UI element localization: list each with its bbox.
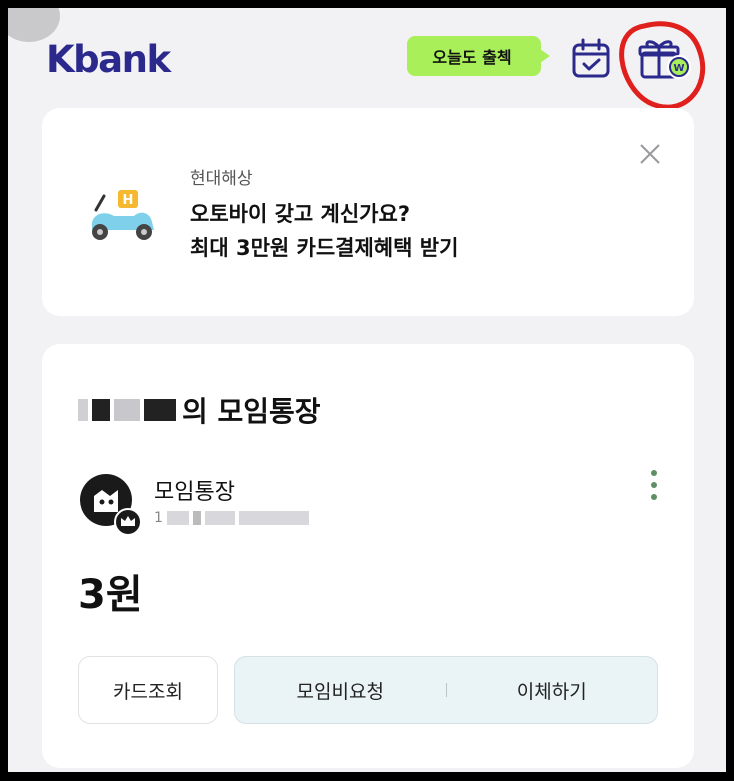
transfer-button[interactable]: 이체하기 <box>447 677 658 704</box>
redacted-owner-name <box>78 399 176 421</box>
redacted-digits <box>192 511 201 525</box>
close-icon[interactable] <box>638 142 662 166</box>
corner-shadow <box>8 8 60 42</box>
more-vertical-icon[interactable] <box>648 470 660 510</box>
group-account-card[interactable]: 의 모임통장 모임통장 1 3원 카드조회 모임비요청 이체하기 <box>42 344 694 768</box>
card-inquiry-button[interactable]: 카드조회 <box>78 656 218 724</box>
scooter-icon: H <box>91 190 154 240</box>
redacted-digits <box>166 511 189 525</box>
account-title: 의 모임통장 <box>78 390 321 430</box>
redacted-digits <box>204 511 235 525</box>
svg-text:W: W <box>673 63 684 74</box>
calendar-check-icon[interactable] <box>571 38 611 80</box>
promo-subtitle: 현대해상 <box>190 169 253 189</box>
account-balance: 3원 <box>78 572 143 618</box>
promo-headline-line2: 최대 3만원 카드결제혜택 받기 <box>190 236 459 260</box>
redacted-digits <box>238 511 309 525</box>
account-title-text: 의 모임통장 <box>182 395 321 428</box>
action-button-group: 모임비요청 이체하기 <box>234 656 658 724</box>
account-number-prefix: 1 <box>154 510 163 526</box>
promo-banner[interactable]: H 현대해상 오토바이 갖고 계신가요? 최대 3만원 카드결제혜택 받기 <box>42 108 694 316</box>
app-screen: Kbank 오늘도 출첵 W H 현대해상 오토바이 갖고 계신가요? 최대 3… <box>8 8 726 772</box>
gift-box-icon[interactable]: W <box>638 37 694 81</box>
group-avatar-icon <box>80 474 142 536</box>
kbank-logo: Kbank <box>46 38 171 81</box>
account-type-label: 모임통장 <box>154 480 235 505</box>
promo-headline-line1: 오토바이 갖고 계신가요? <box>190 202 411 226</box>
svg-text:H: H <box>123 193 134 208</box>
daily-checkin-button[interactable]: 오늘도 출첵 <box>407 36 550 76</box>
request-dues-button[interactable]: 모임비요청 <box>235 677 446 704</box>
account-number: 1 <box>154 510 309 526</box>
